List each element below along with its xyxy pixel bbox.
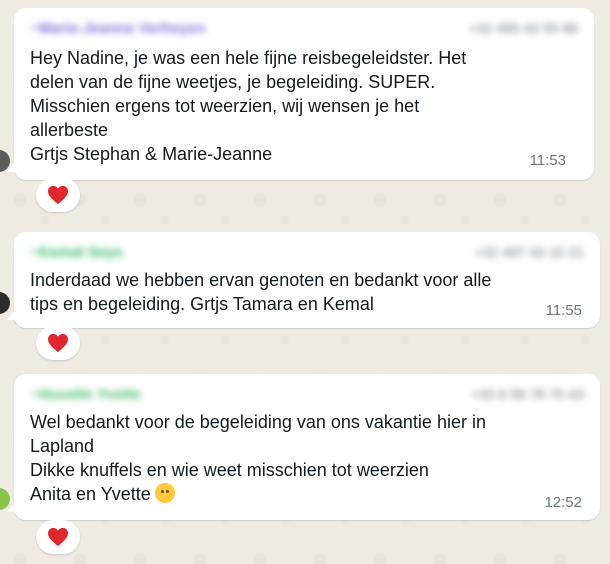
message-timestamp: 11:55 xyxy=(545,302,582,319)
sender-info: ~Kemal Seys +32 497 43 10 21 xyxy=(30,242,584,262)
message-line: Wel bedankt voor de begeleiding van ons … xyxy=(30,412,486,432)
bubble-tail xyxy=(6,162,16,172)
message-timestamp: 12:52 xyxy=(544,494,582,511)
sender-name[interactable]: ~Kemal Seys xyxy=(30,244,123,261)
red-heart-icon xyxy=(48,185,68,205)
sender-name[interactable]: ~Marie-Jeanne Verheyen xyxy=(30,20,206,37)
message-line: Misschien ergens tot weerzien, wij wense… xyxy=(30,96,420,116)
message-line: delen van de fijne weetjes, je begeleidi… xyxy=(30,72,436,92)
sender-name[interactable]: ~Huvelin Yvette xyxy=(30,386,141,403)
message-line: Lapland xyxy=(30,436,95,456)
sender-info: ~Marie-Jeanne Verheyen +32 495 43 55 86 xyxy=(30,18,578,38)
message-bubble[interactable]: ~Huvelin Yvette +33 6 58 78 70 43 Wel be… xyxy=(6,374,600,520)
message-line: Grtjs Stephan & Marie-Jeanne xyxy=(30,144,273,164)
bubble-tail xyxy=(6,310,16,320)
message-text: Hey Nadine, je was een hele fijne reisbe… xyxy=(30,46,514,166)
message-line: Hey Nadine, je was een hele fijne reisbe… xyxy=(30,48,467,68)
message-timestamp: 11:53 xyxy=(529,152,566,169)
message-line-last: Anita en Yvette xyxy=(30,482,520,506)
bubble-tail xyxy=(6,502,16,512)
sender-phone: +32 497 43 10 21 xyxy=(474,244,584,260)
message-bubble[interactable]: ~Kemal Seys +32 497 43 10 21 Inderdaad w… xyxy=(6,232,600,328)
red-heart-icon xyxy=(48,527,68,547)
red-heart-icon xyxy=(48,333,68,353)
sender-phone: +33 6 58 78 70 43 xyxy=(470,386,584,402)
message-line: Anita en Yvette xyxy=(30,484,151,504)
message-text: Inderdaad we hebben ervan genoten en bed… xyxy=(30,268,520,316)
message-text: Wel bedankt voor de begeleiding van ons … xyxy=(30,410,520,506)
reaction-badge[interactable] xyxy=(36,520,80,554)
sender-info: ~Huvelin Yvette +33 6 58 78 70 43 xyxy=(30,384,584,404)
message-line: Inderdaad we hebben ervan genoten en bed… xyxy=(30,270,492,290)
sender-phone: +32 495 43 55 86 xyxy=(468,20,578,36)
reaction-badge[interactable] xyxy=(36,178,80,212)
reaction-badge[interactable] xyxy=(36,326,80,360)
message-line: tips en begeleiding. Grtjs Tamara en Kem… xyxy=(30,294,374,314)
hugging-face-emoji-icon xyxy=(154,483,175,503)
message-bubble[interactable]: ~Marie-Jeanne Verheyen +32 495 43 55 86 … xyxy=(6,8,594,180)
message-line: allerbeste xyxy=(30,120,109,140)
message-line: Dikke knuffels en wie weet misschien tot… xyxy=(30,460,429,480)
